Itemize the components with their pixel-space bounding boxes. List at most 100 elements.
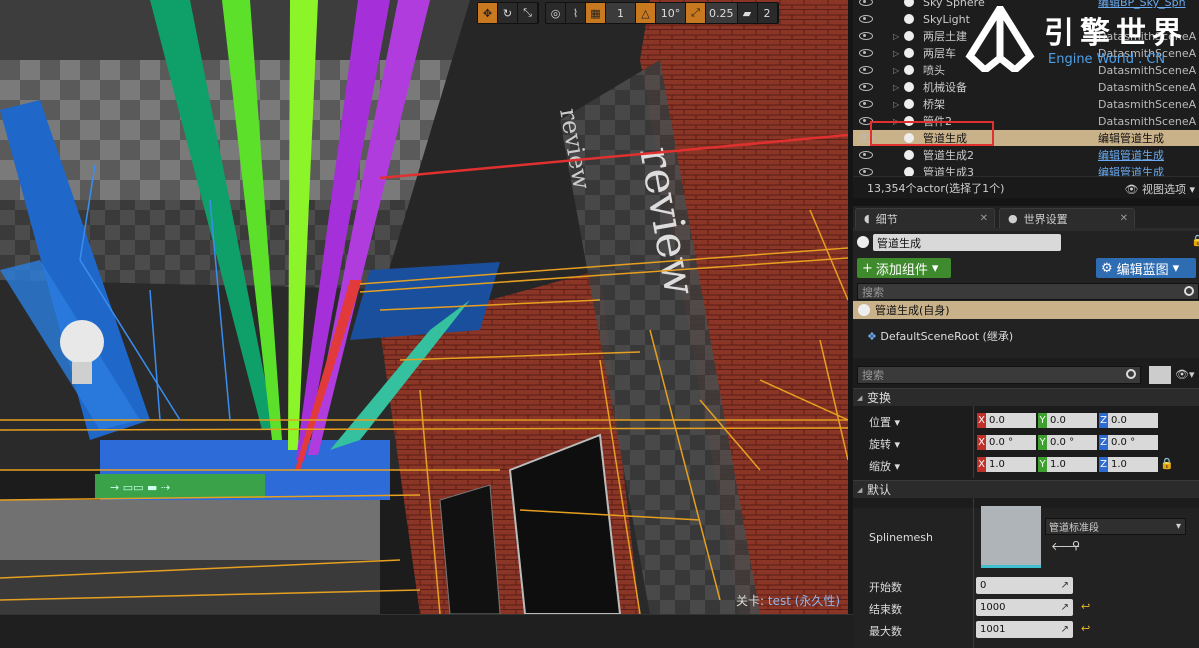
property-matrix-icon[interactable]	[1149, 366, 1171, 384]
location-y-input[interactable]: 0.0	[1047, 413, 1097, 428]
eye-icon[interactable]	[859, 83, 873, 91]
max-count-input[interactable]: 1001	[976, 621, 1073, 638]
search-icon	[1126, 369, 1136, 379]
axis-z-label: Z	[1099, 457, 1108, 472]
plus-icon: +	[862, 260, 873, 276]
grid-snap-value[interactable]: 1	[606, 3, 636, 23]
component-search-input[interactable]: 搜索	[857, 283, 1199, 300]
axis-y-label: Y	[1038, 457, 1047, 472]
expand-arrow-icon[interactable]: ▷	[893, 100, 899, 109]
close-icon[interactable]: ✕	[1120, 213, 1128, 224]
eye-icon[interactable]	[859, 49, 873, 57]
actor-icon	[904, 0, 914, 7]
details-panel: ◖ 细节 ✕ ● 世界设置 ✕ 管道生成 🔒 + 添加组件 ▾ ⚙ 编辑蓝图 ▾…	[853, 206, 1199, 648]
end-label: 结束数	[869, 603, 902, 616]
world-local-icon[interactable]: ◎	[546, 3, 566, 23]
lock-icon[interactable]: 🔒	[1191, 234, 1199, 247]
outliner-item-type[interactable]: 编辑管道生成	[1098, 130, 1164, 146]
start-count-input[interactable]: 0	[976, 577, 1073, 594]
location-z-input[interactable]: 0.0	[1108, 413, 1158, 428]
scale-mode-icon[interactable]: ⤡	[518, 3, 538, 23]
scale-z-input[interactable]: 1.0	[1108, 457, 1158, 472]
eye-icon[interactable]	[859, 66, 873, 74]
eye-icon: 👁	[1124, 183, 1139, 196]
chevron-down-icon: ▾	[931, 260, 939, 276]
outliner-row[interactable]: ▷ 桥架 DatasmithSceneA	[853, 96, 1199, 112]
level-viewport[interactable]: review review → ▭▭ ▬ ⇢ ✥ ↻ ⤡ ◎ ⌇ ▦ 1 △ 1…	[0, 0, 848, 614]
eye-icon[interactable]	[859, 100, 873, 108]
outliner-item-label: 管道生成2	[923, 149, 974, 162]
close-icon[interactable]: ✕	[980, 213, 988, 224]
details-tab-icon: ◖	[864, 212, 870, 225]
expand-arrow-icon[interactable]: ▷	[893, 49, 899, 58]
rotate-mode-icon[interactable]: ↻	[498, 3, 518, 23]
tab-world-settings[interactable]: ● 世界设置 ✕	[999, 208, 1135, 228]
eye-icon[interactable]	[859, 168, 873, 176]
splinemesh-label: Splinemesh	[869, 531, 934, 544]
add-component-button[interactable]: + 添加组件 ▾	[857, 258, 951, 278]
mesh-thumbnail[interactable]	[981, 506, 1041, 568]
blueprint-icon: ⚙	[1101, 260, 1113, 276]
default-section-header[interactable]: 默认	[853, 480, 1199, 498]
outliner-item-type[interactable]: 编辑管道生成	[1098, 147, 1164, 163]
eye-icon[interactable]	[859, 32, 873, 40]
location-label[interactable]: 位置 ▾	[869, 414, 900, 430]
self-component-row[interactable]: 管道生成(自身)	[853, 301, 1199, 319]
outliner-row[interactable]: 管道生成2 编辑管道生成	[853, 147, 1199, 163]
expand-arrow-icon[interactable]: ▷	[893, 83, 899, 92]
outliner-item-type: DatasmithSceneA	[1098, 97, 1197, 111]
rotation-label[interactable]: 旋转 ▾	[869, 436, 900, 452]
engine-world-logo-icon	[965, 1, 1035, 75]
view-options-button[interactable]: 👁 视图选项 ▾	[1125, 181, 1196, 197]
level-name: test (永久性)	[767, 594, 841, 608]
rotation-x-input[interactable]: 0.0 °	[986, 435, 1036, 450]
expand-arrow-icon[interactable]: ▷	[893, 32, 899, 41]
eye-icon[interactable]: 👁▾	[1175, 368, 1195, 381]
browse-search-icon[interactable]: ⚲	[1072, 539, 1080, 552]
scale-snap-value[interactable]: 0.25	[706, 3, 738, 23]
globe-icon: ●	[1008, 212, 1018, 225]
axis-z-label: Z	[1099, 435, 1108, 450]
rotation-snap-value[interactable]: 10°	[656, 3, 686, 23]
reset-icon[interactable]: ↩	[1081, 600, 1090, 613]
grid-snap-icon[interactable]: ▦	[586, 3, 606, 23]
lock-icon[interactable]: 🔒	[1160, 457, 1174, 470]
actor-icon	[904, 31, 914, 41]
reset-icon[interactable]: ↩	[1081, 622, 1090, 635]
scale-label[interactable]: 缩放 ▾	[869, 458, 900, 474]
eye-icon[interactable]	[859, 0, 873, 6]
actor-icon	[857, 236, 869, 248]
translate-mode-icon[interactable]: ✥	[478, 3, 498, 23]
camera-speed-value[interactable]: 2	[758, 3, 778, 23]
transform-section-header[interactable]: 变换	[853, 388, 1199, 406]
scale-x-input[interactable]: 1.0	[986, 457, 1036, 472]
scale-snap-icon[interactable]: ⤢	[686, 3, 706, 23]
selection-highlight-box	[870, 121, 994, 146]
eye-icon[interactable]	[859, 151, 873, 159]
edit-blueprint-button[interactable]: ⚙ 编辑蓝图 ▾	[1096, 258, 1196, 278]
end-count-input[interactable]: 1000	[976, 599, 1073, 616]
outliner-item-type: DatasmithSceneA	[1098, 114, 1197, 128]
rotation-z-input[interactable]: 0.0 °	[1108, 435, 1158, 450]
rotation-snap-icon[interactable]: △	[636, 3, 656, 23]
actor-icon	[904, 14, 914, 24]
tab-details[interactable]: ◖ 细节 ✕	[855, 208, 995, 228]
watermark-logo: 引擎世界 Engine World . CN	[960, 1, 1198, 75]
eye-icon[interactable]	[859, 15, 873, 23]
camera-speed-icon[interactable]: ▰	[738, 3, 758, 23]
actor-icon	[904, 65, 914, 75]
rotation-y-input[interactable]: 0.0 °	[1047, 435, 1097, 450]
logo-text-en: Engine World . CN	[1048, 52, 1166, 67]
outliner-row[interactable]: ▷ 机械设备 DatasmithSceneA	[853, 79, 1199, 95]
scale-y-input[interactable]: 1.0	[1047, 457, 1097, 472]
expand-arrow-icon[interactable]: ▷	[893, 66, 899, 75]
property-search-input[interactable]: 搜索	[857, 366, 1141, 384]
root-component-row[interactable]: ❖ DefaultSceneRoot (继承)	[867, 328, 1013, 344]
scene-component-icon: ❖	[867, 330, 877, 343]
mesh-asset-dropdown[interactable]: 管道标准段 ▾	[1045, 518, 1186, 535]
location-x-input[interactable]: 0.0	[986, 413, 1036, 428]
axis-x-label: X	[977, 435, 986, 450]
outliner-item-label: 喷头	[923, 64, 945, 77]
surface-snap-icon[interactable]: ⌇	[566, 3, 586, 23]
actor-name-field[interactable]: 管道生成	[873, 234, 1061, 251]
